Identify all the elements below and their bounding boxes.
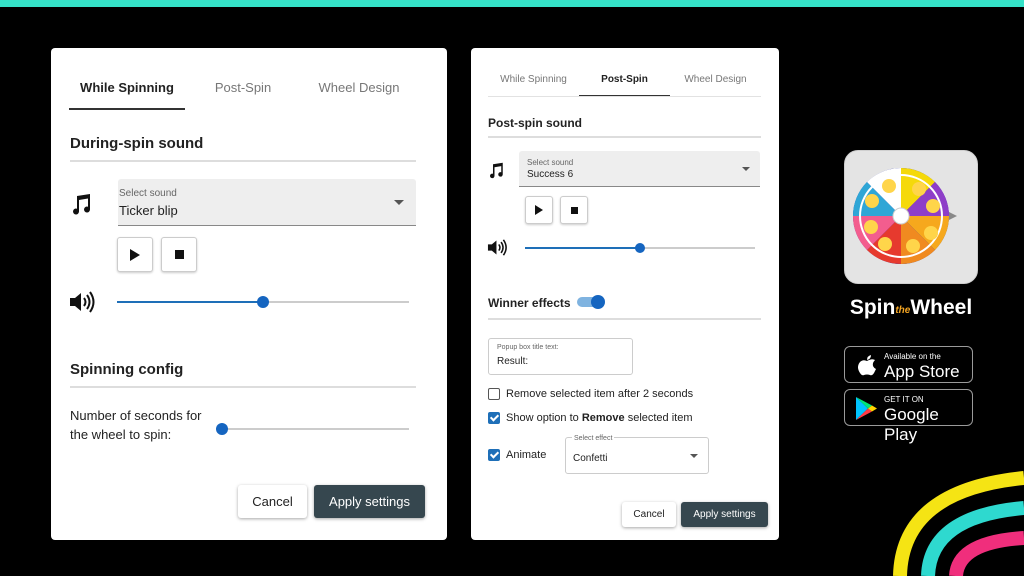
show-remove-option-bold: Remove — [581, 412, 625, 424]
app-store-badge[interactable]: Available on the App Store — [844, 346, 973, 383]
section-title-during-spin-sound: During-spin sound — [70, 135, 204, 152]
tab-while-spinning[interactable]: While Spinning — [488, 74, 579, 85]
select-sound-value: Ticker blip — [119, 203, 178, 218]
volume-slider[interactable] — [525, 243, 755, 253]
section-title-winner-effects: Winner effects — [488, 296, 571, 310]
divider — [70, 160, 416, 162]
tab-wheel-design[interactable]: Wheel Design — [301, 80, 417, 95]
winner-effects-toggle-thumb — [591, 295, 605, 309]
google-play-icon — [856, 397, 877, 420]
sound-select[interactable]: Select sound Success 6 — [519, 151, 760, 187]
top-accent-bar — [0, 0, 1024, 7]
remove-after-label: Remove selected item after 2 seconds — [506, 388, 694, 400]
app-icon — [844, 150, 978, 284]
divider — [488, 136, 761, 138]
brand-part1: Spin — [849, 296, 896, 319]
seconds-label-line1: Number of seconds for — [70, 408, 202, 423]
select-effect-value: Confetti — [573, 453, 608, 464]
google-play-badge[interactable]: GET IT ON Google Play — [844, 389, 973, 444]
apple-icon — [858, 355, 876, 376]
animate-label: Animate — [506, 449, 547, 461]
tab-post-spin[interactable]: Post-Spin — [185, 80, 301, 95]
tab-bar: While Spinning Post-Spin Wheel Design — [488, 74, 761, 85]
play-icon — [535, 205, 543, 215]
google-play-big-text: Google Play — [884, 405, 939, 444]
apply-settings-button[interactable]: Apply settings — [681, 502, 768, 527]
select-sound-value: Success 6 — [527, 169, 574, 180]
chevron-down-icon — [742, 167, 750, 171]
apply-settings-button[interactable]: Apply settings — [314, 485, 425, 518]
music-note-icon — [73, 194, 91, 215]
divider — [488, 318, 761, 320]
decorative-swirl — [893, 471, 1024, 576]
popup-title-value: Result: — [497, 356, 529, 367]
popup-title-field[interactable]: Popup box title text: Result: — [488, 338, 633, 375]
section-title-spinning-config: Spinning config — [70, 361, 184, 378]
tab-bar: While Spinning Post-Spin Wheel Design — [69, 80, 417, 95]
select-sound-label: Select sound — [527, 158, 574, 167]
stop-button[interactable] — [560, 196, 588, 224]
volume-slider-fill — [117, 301, 263, 303]
tab-wheel-design[interactable]: Wheel Design — [670, 74, 761, 85]
tab-post-spin[interactable]: Post-Spin — [579, 74, 670, 85]
select-effect-label: Select effect — [572, 435, 615, 442]
stop-icon — [570, 206, 578, 214]
seconds-label-line2: the wheel to spin: — [70, 427, 172, 442]
effect-select[interactable]: Select effect Confetti — [565, 435, 709, 474]
app-store-big-text: App Store — [884, 362, 960, 381]
chevron-down-icon — [690, 454, 698, 458]
brand-logo: SpintheWheel — [844, 296, 978, 320]
stop-button[interactable] — [161, 237, 197, 272]
brand-part2: the — [895, 305, 911, 316]
cancel-button[interactable]: Cancel — [238, 485, 307, 518]
stop-icon — [174, 250, 184, 259]
active-tab-indicator — [69, 108, 185, 110]
play-button[interactable] — [117, 237, 153, 272]
spin-seconds-slider[interactable] — [216, 423, 409, 435]
volume-slider-thumb[interactable] — [635, 243, 645, 253]
tab-divider — [488, 96, 761, 97]
volume-icon — [487, 239, 507, 256]
volume-icon — [70, 291, 95, 313]
volume-slider-fill — [525, 247, 640, 249]
select-sound-label: Select sound — [119, 188, 177, 199]
spin-seconds-slider-thumb[interactable] — [216, 423, 228, 435]
popup-title-label: Popup box title text: — [497, 344, 559, 351]
show-remove-option-label: Show option to Remove selected item — [506, 412, 693, 424]
tab-while-spinning[interactable]: While Spinning — [69, 80, 185, 95]
divider — [70, 386, 416, 388]
show-remove-option-suffix: selected item — [624, 412, 693, 424]
app-store-small-text: Available on the — [884, 352, 941, 361]
play-button[interactable] — [525, 196, 553, 224]
winner-effects-toggle[interactable] — [577, 295, 605, 309]
music-note-icon — [490, 162, 503, 179]
settings-panel-post-spin: While Spinning Post-Spin Wheel Design Po… — [471, 48, 779, 540]
sound-select[interactable]: Select sound Ticker blip — [118, 179, 416, 226]
wheel-logo-icon — [852, 167, 957, 265]
section-title-post-spin-sound: Post-spin sound — [488, 116, 582, 130]
chevron-down-icon — [394, 200, 404, 205]
brand-part3: Wheel — [910, 296, 973, 319]
google-play-small-text: GET IT ON — [884, 395, 924, 404]
show-remove-option-prefix: Show option to — [506, 412, 582, 424]
show-remove-option-checkbox[interactable] — [488, 412, 500, 424]
volume-slider-thumb[interactable] — [257, 296, 269, 308]
cancel-button[interactable]: Cancel — [622, 502, 676, 527]
volume-slider[interactable] — [117, 296, 409, 308]
seconds-label: Number of seconds for the wheel to spin: — [70, 406, 202, 444]
play-icon — [130, 248, 140, 261]
remove-after-checkbox[interactable] — [488, 388, 500, 400]
animate-checkbox[interactable] — [488, 449, 500, 461]
settings-panel-while-spinning: While Spinning Post-Spin Wheel Design Du… — [51, 48, 447, 540]
